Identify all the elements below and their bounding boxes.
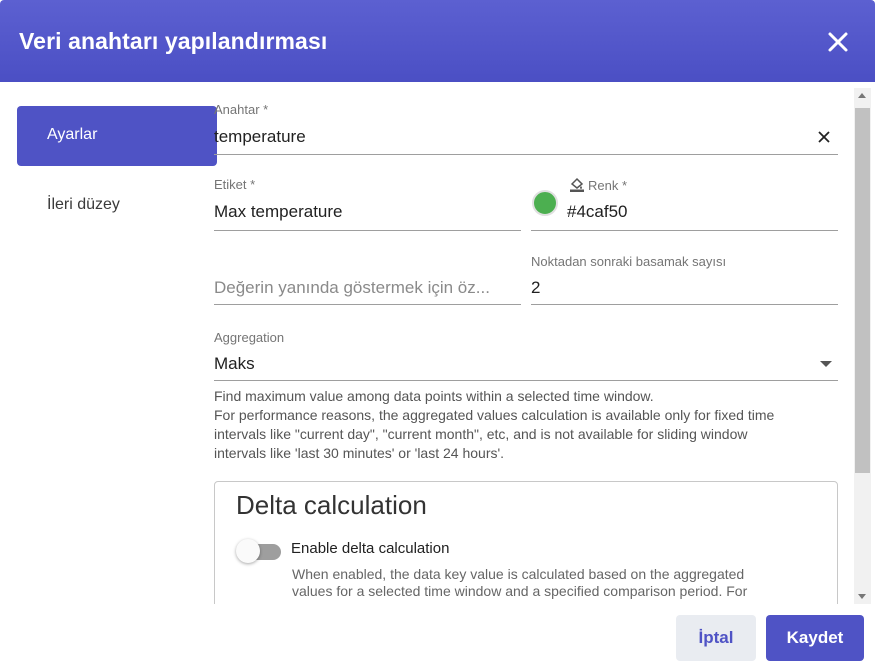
settings-form: Anahtar * temperature Etiket * Max tempe… xyxy=(214,88,854,604)
color-input[interactable]: #4caf50 xyxy=(567,202,628,222)
color-underline xyxy=(531,230,838,231)
data-key-config-dialog: Veri anahtarı yapılandırması Ayarlar İle… xyxy=(0,0,875,669)
decimals-input[interactable]: 2 xyxy=(531,278,540,298)
format-color-fill-icon xyxy=(570,177,584,192)
key-label: Anahtar * xyxy=(214,102,269,117)
label-input[interactable]: Max temperature xyxy=(214,202,343,222)
color-swatch[interactable] xyxy=(532,190,558,216)
nav-item-settings[interactable]: Ayarlar xyxy=(17,106,217,166)
key-input[interactable]: temperature xyxy=(214,127,306,147)
aggregation-underline xyxy=(214,380,838,381)
aggregation-select[interactable]: Maks xyxy=(214,354,838,380)
scroll-down-arrow-icon[interactable] xyxy=(858,594,866,599)
key-underline xyxy=(214,154,838,155)
nav-item-label: Ayarlar xyxy=(47,126,98,143)
scrollbar-thumb[interactable] xyxy=(855,108,870,473)
nav-item-advanced[interactable]: İleri düzey xyxy=(47,196,120,214)
delta-title: Delta calculation xyxy=(236,490,427,520)
cancel-button[interactable]: İptal xyxy=(676,615,756,661)
dialog-header: Veri anahtarı yapılandırması xyxy=(0,0,875,82)
units-underline xyxy=(214,304,521,305)
dialog-title: Veri anahtarı yapılandırması xyxy=(19,28,328,54)
close-icon xyxy=(818,131,830,143)
aggregation-hint: Find maximum value among data points wit… xyxy=(214,388,775,461)
content-scrollbar[interactable] xyxy=(854,88,871,604)
aggregation-label: Aggregation xyxy=(214,330,285,345)
decimals-underline xyxy=(531,304,838,305)
close-button[interactable] xyxy=(824,28,852,56)
dropdown-arrow-icon xyxy=(820,361,832,367)
label-field-label: Etiket * xyxy=(214,177,256,192)
delta-calculation-panel: Delta calculation Enable delta calculati… xyxy=(214,481,838,604)
label-underline xyxy=(214,230,521,231)
close-icon xyxy=(828,32,848,52)
units-input[interactable]: Değerin yanında göstermek için öz... xyxy=(214,278,521,298)
delta-description: When enabled, the data key value is calc… xyxy=(292,566,748,599)
decimals-label: Noktadan sonraki basamak sayısı xyxy=(531,254,727,269)
scroll-up-arrow-icon[interactable] xyxy=(858,93,866,98)
clear-key-button[interactable] xyxy=(816,129,832,145)
delta-toggle-thumb[interactable] xyxy=(236,539,260,563)
color-label: Renk * xyxy=(588,178,628,193)
save-button[interactable]: Kaydet xyxy=(766,615,864,661)
delta-toggle-label: Enable delta calculation xyxy=(291,540,450,557)
